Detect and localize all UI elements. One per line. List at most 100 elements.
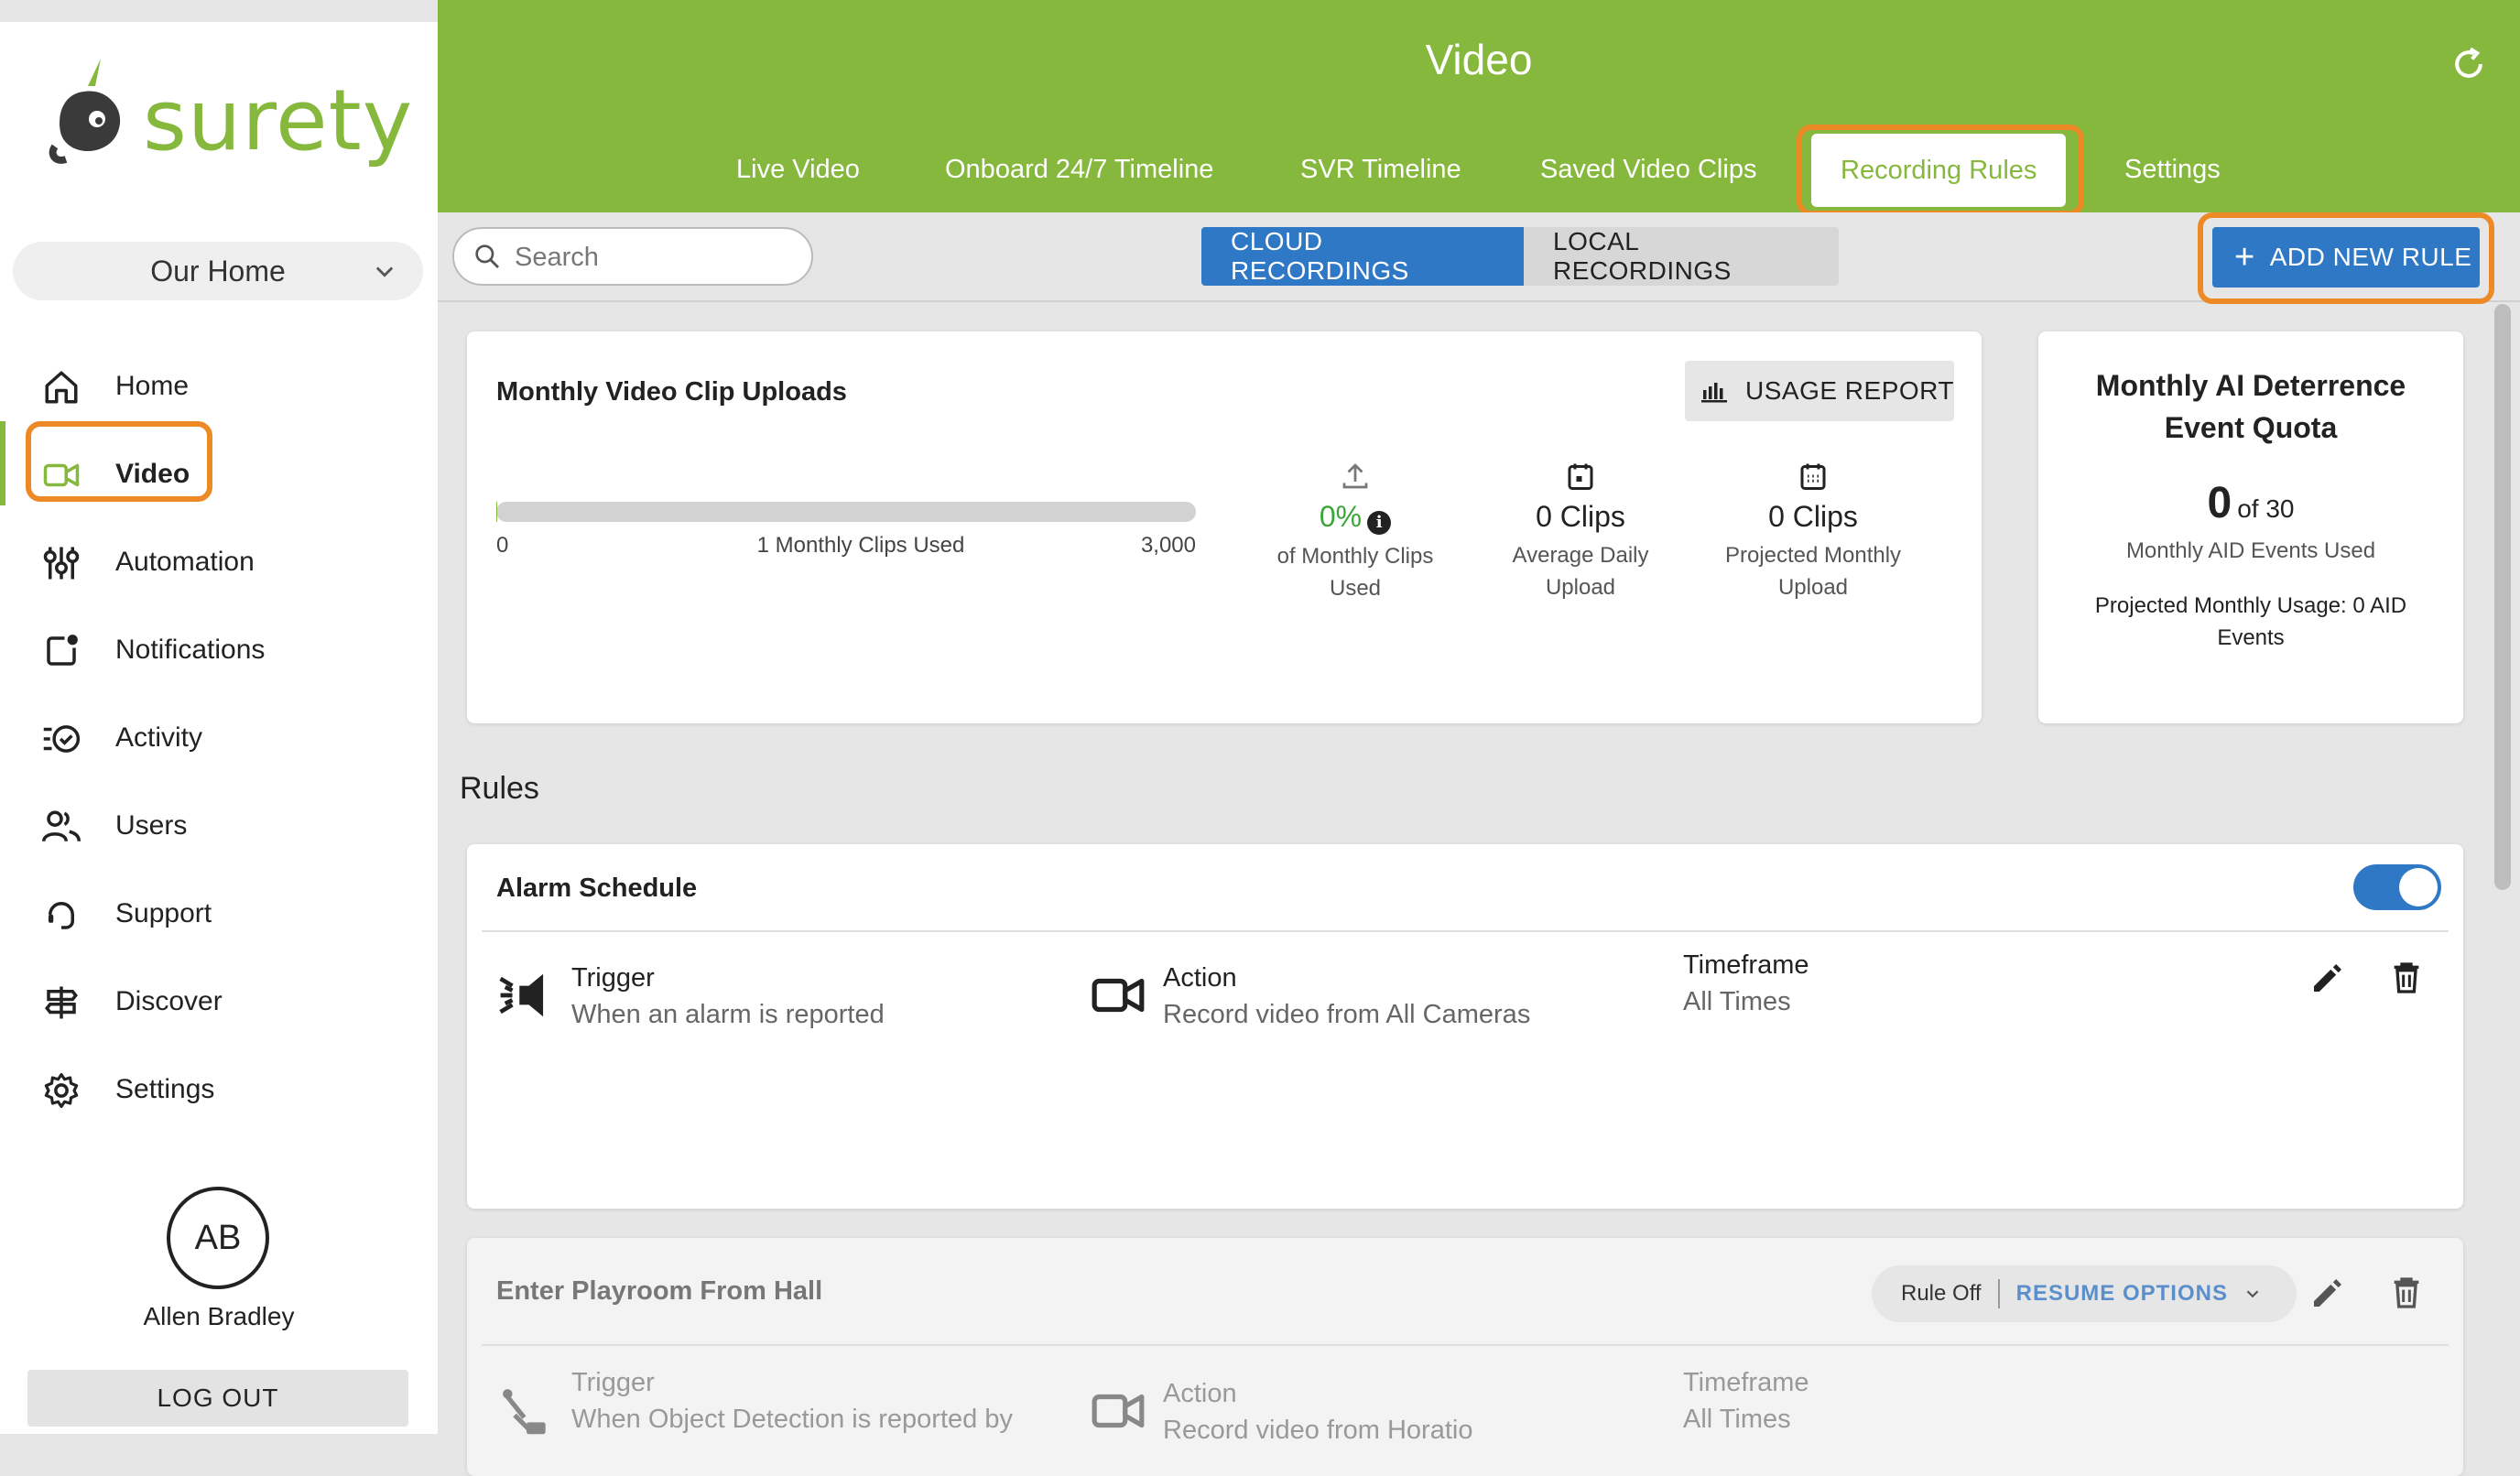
upload-icon [1339, 460, 1372, 493]
motion-sensor-icon [498, 1384, 555, 1441]
tab-settings[interactable]: Settings [2124, 128, 2221, 211]
aid-count-total: of 30 [2237, 494, 2294, 523]
info-icon[interactable]: i [1367, 511, 1391, 535]
progress-used-label: 1 Monthly Clips Used [714, 533, 1007, 559]
sidebar-item-notifications[interactable]: Notifications [0, 606, 438, 694]
trigger-value: When an alarm is reported [571, 1000, 885, 1030]
stat-value: 0 Clips [1768, 500, 1858, 534]
sidebar-item-label: Discover [115, 986, 223, 1017]
sidebar-item-label: Activity [115, 722, 202, 754]
bar-chart-icon [1701, 379, 1729, 403]
location-label: Our Home [150, 255, 286, 288]
sidebar-item-support[interactable]: Support [0, 870, 438, 958]
sidebar-item-label: Notifications [115, 635, 265, 666]
trash-icon[interactable] [2388, 958, 2425, 998]
clips-progress-bar [496, 502, 1196, 522]
chevron-down-icon [372, 258, 397, 284]
trigger-label: Trigger [571, 1368, 655, 1398]
stat-percent-used: 0%i of Monthly Clips Used [1255, 460, 1456, 604]
resume-options-button[interactable]: RESUME OPTIONS [2016, 1281, 2228, 1307]
local-recordings-button[interactable]: LOCAL RECORDINGS [1524, 227, 1839, 286]
recording-type-toggle: CLOUD RECORDINGS LOCAL RECORDINGS [1201, 227, 1839, 286]
action-label: Action [1163, 963, 1237, 993]
rule-off-label: Rule Off [1901, 1281, 1982, 1307]
rule-title: Enter Playroom From Hall [496, 1276, 822, 1307]
stat-label: Projected Monthly Upload [1711, 539, 1916, 603]
aid-projected-usage: Projected Monthly Usage: 0 AID Events [2075, 590, 2427, 654]
progress-min-label: 0 [496, 533, 508, 559]
search-icon [472, 242, 502, 271]
refresh-icon[interactable] [2449, 44, 2489, 84]
action-value: Record video from All Cameras [1163, 1000, 1530, 1030]
headset-icon [42, 895, 81, 934]
aid-count: 0of 30 [2038, 478, 2463, 528]
sidebar-item-label: Home [115, 371, 189, 402]
usage-report-button[interactable]: USAGE REPORT [1685, 361, 1954, 421]
sidebar-item-automation[interactable]: Automation [0, 518, 438, 606]
search-box [452, 227, 813, 286]
sidebar-item-settings[interactable]: Settings [0, 1046, 438, 1134]
aid-title: Monthly AI Deterrence Event Quota [2057, 364, 2445, 449]
pencil-icon[interactable] [2309, 960, 2346, 996]
toggle-knob [2399, 868, 2438, 906]
rules-heading: Rules [460, 771, 539, 807]
surety-logo[interactable]: surety [48, 55, 396, 174]
rule-card: Enter Playroom From Hall Rule Off RESUME… [467, 1238, 2463, 1476]
sidebar-nav: Home Video Automation Notifications Acti… [0, 342, 438, 1134]
aid-count-value: 0 [2208, 479, 2232, 527]
video-camera-icon [42, 456, 81, 494]
stat-label: of Monthly Clips Used [1255, 540, 1456, 604]
activity-icon [42, 720, 81, 758]
aid-subtitle: Monthly AID Events Used [2038, 538, 2463, 564]
sidebar-item-discover[interactable]: Discover [0, 958, 438, 1046]
scrollbar[interactable] [2494, 304, 2511, 890]
tab-onboard-timeline[interactable]: Onboard 24/7 Timeline [945, 128, 1213, 211]
sidebar-item-label: Support [115, 898, 212, 929]
calendar-day-icon [1564, 460, 1597, 493]
calendar-month-icon [1797, 460, 1830, 493]
sidebar-item-label: Users [115, 810, 187, 841]
rule-status-pill: Rule Off RESUME OPTIONS [1872, 1265, 2297, 1322]
surety-logo-icon [48, 55, 139, 165]
trigger-label: Trigger [571, 963, 655, 993]
tab-svr-timeline[interactable]: SVR Timeline [1300, 128, 1461, 211]
sidebar-item-label: Video [115, 459, 190, 490]
avatar[interactable]: AB [167, 1187, 269, 1289]
search-input[interactable] [513, 238, 806, 277]
video-camera-icon [1090, 1383, 1146, 1439]
location-select[interactable]: Our Home [13, 242, 423, 300]
page-title: Video [438, 35, 2520, 84]
stat-value: 0% [1320, 500, 1362, 534]
sidebar-item-label: Automation [115, 547, 255, 578]
sidebar-item-activity[interactable]: Activity [0, 694, 438, 782]
timeframe-value: All Times [1683, 987, 1791, 1017]
users-icon [42, 808, 81, 846]
timeframe-label: Timeframe [1683, 950, 1809, 981]
usage-report-label: USAGE REPORT [1745, 376, 1954, 406]
rule-divider [482, 930, 2449, 932]
add-new-rule-highlight-box [2198, 212, 2494, 304]
action-label: Action [1163, 1379, 1237, 1409]
cloud-recordings-button[interactable]: CLOUD RECORDINGS [1201, 227, 1524, 286]
chevron-down-icon[interactable] [2243, 1284, 2263, 1304]
aid-quota-card: Monthly AI Deterrence Event Quota 0of 30… [2038, 331, 2463, 723]
tab-saved-video-clips[interactable]: Saved Video Clips [1540, 128, 1756, 211]
rule-card: Alarm Schedule Trigger When an alarm is … [467, 844, 2463, 1209]
trash-icon[interactable] [2388, 1273, 2425, 1313]
logo-text: surety [143, 71, 413, 169]
sidebar-item-home[interactable]: Home [0, 342, 438, 430]
sidebar-item-video[interactable]: Video [0, 430, 438, 518]
sidebar-item-users[interactable]: Users [0, 782, 438, 870]
siren-icon [498, 967, 555, 1024]
sliders-icon [42, 544, 81, 582]
pencil-icon[interactable] [2309, 1275, 2346, 1311]
user-name: Allen Bradley [0, 1302, 438, 1331]
rule-enabled-toggle[interactable] [2353, 864, 2441, 910]
trigger-value: When Object Detection is reported by [571, 1405, 1013, 1435]
home-icon [42, 368, 81, 407]
sidebar-item-label: Settings [115, 1074, 214, 1105]
logout-button[interactable]: LOG OUT [27, 1370, 408, 1427]
stat-value: 0 Clips [1536, 500, 1625, 534]
monthly-uploads-card: Monthly Video Clip Uploads USAGE REPORT … [467, 331, 1982, 723]
tab-live-video[interactable]: Live Video [736, 128, 860, 211]
